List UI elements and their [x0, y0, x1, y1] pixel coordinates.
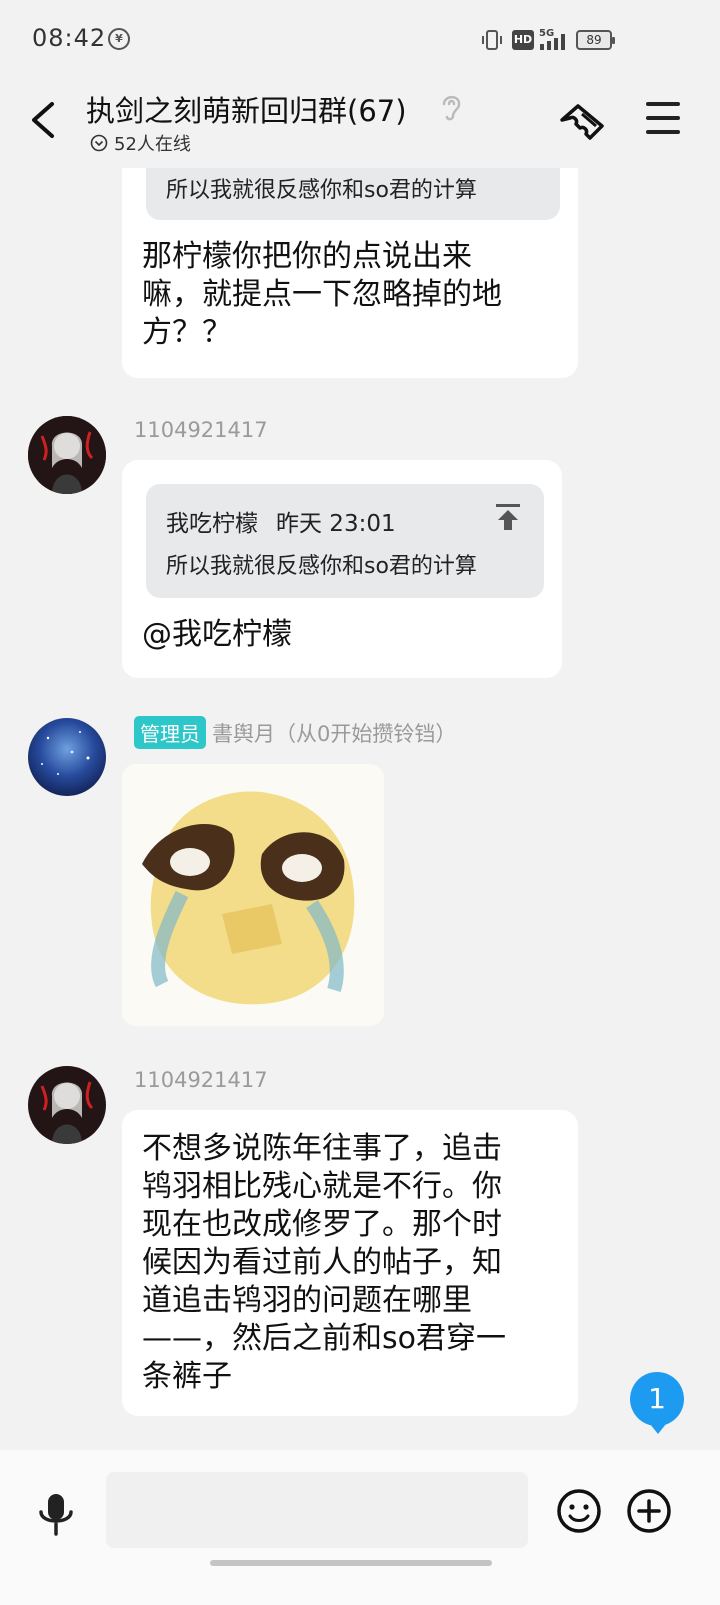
- message-line: 道追击鸨羽的问题在哪里: [142, 1283, 472, 1318]
- ear-icon[interactable]: [438, 90, 464, 122]
- message-line: 方？？: [142, 315, 232, 350]
- avatar-image: [28, 718, 106, 796]
- quoted-message[interactable]: 所以我就很反感你和so君的计算: [146, 168, 560, 220]
- sender-name[interactable]: 1104921417: [134, 1068, 268, 1092]
- hd-badge: HD: [512, 30, 534, 50]
- menu-button[interactable]: [646, 102, 686, 138]
- input-bar: [0, 1450, 720, 1605]
- message-bubble[interactable]: 我吃柠檬 昨天 23:01 所以我就很反感你和so君的计算 @我吃柠檬: [122, 460, 562, 678]
- admin-badge: 管理员: [134, 716, 206, 749]
- sender-name: 書舆月（从0开始攒铃铛）: [212, 722, 457, 746]
- battery-icon: 89: [576, 30, 615, 50]
- add-icon[interactable]: [626, 1488, 672, 1534]
- message-bubble[interactable]: 所以我就很反感你和so君的计算 那柠檬你把你的点说出来 嘛，就提点一下忽略掉的地…: [122, 168, 578, 378]
- message-line: 现在也改成修罗了。那个时: [142, 1207, 502, 1242]
- vibrate-icon: [482, 30, 502, 50]
- sender-line[interactable]: 管理员 書舆月（从0开始攒铃铛）: [134, 716, 456, 749]
- sticker-image[interactable]: [122, 764, 384, 1026]
- network-type: 5G: [539, 28, 554, 39]
- crying-emoji-sticker: [142, 791, 355, 1005]
- chat-area[interactable]: 所以我就很反感你和so君的计算 那柠檬你把你的点说出来 嘛，就提点一下忽略掉的地…: [0, 168, 720, 1450]
- message-line: 条裤子: [142, 1359, 232, 1394]
- message-text: 那柠檬你把你的点说出来 嘛，就提点一下忽略掉的地 方？？: [142, 238, 562, 352]
- notification-icon: ¥: [108, 28, 130, 50]
- emoji-icon[interactable]: [556, 1488, 602, 1534]
- chevron-down-icon: [90, 134, 108, 152]
- ticket-icon[interactable]: [556, 100, 608, 144]
- pin-top-icon[interactable]: [494, 502, 522, 532]
- status-bar: 08:42 ¥ HD 5G 89: [0, 0, 720, 80]
- clock: 08:42: [32, 24, 107, 52]
- home-indicator[interactable]: [210, 1560, 492, 1566]
- avatar-image: [28, 1066, 106, 1144]
- message-text: @我吃柠檬: [142, 617, 292, 652]
- message-line: 鸨羽相比残心就是不行。你: [142, 1169, 502, 1204]
- quote-text: 所以我就很反感你和so君的计算: [166, 178, 477, 203]
- avatar-image: [28, 416, 106, 494]
- message-line: 不想多说陈年往事了，追击: [142, 1131, 502, 1166]
- signal-icon: 5G: [539, 28, 565, 50]
- chat-header: 执剑之刻萌新回归群(67) 52人在线: [0, 80, 720, 168]
- group-title[interactable]: 执剑之刻萌新回归群(67): [86, 88, 407, 130]
- message-line: 候因为看过前人的帖子，知: [142, 1245, 502, 1280]
- quote-text: 所以我就很反感你和so君的计算: [166, 554, 477, 579]
- avatar[interactable]: [28, 416, 106, 494]
- online-count: 52人在线: [114, 134, 191, 155]
- back-button[interactable]: [24, 96, 64, 144]
- quoted-message[interactable]: 我吃柠檬 昨天 23:01 所以我就很反感你和so君的计算: [146, 484, 544, 598]
- message-input[interactable]: [106, 1472, 528, 1548]
- avatar[interactable]: [28, 1066, 106, 1144]
- unread-count-badge[interactable]: 1: [630, 1372, 684, 1434]
- quote-time: 昨天 23:01: [276, 511, 396, 537]
- sender-name[interactable]: 1104921417: [134, 418, 268, 442]
- message-line: ——，然后之前和so君穿一: [142, 1321, 506, 1356]
- quote-author: 我吃柠檬: [166, 511, 258, 537]
- online-status[interactable]: 52人在线: [90, 130, 191, 156]
- microphone-icon[interactable]: [36, 1490, 76, 1538]
- message-bubble[interactable]: 不想多说陈年往事了，追击 鸨羽相比残心就是不行。你 现在也改成修罗了。那个时 候…: [122, 1110, 578, 1416]
- message-text: 不想多说陈年往事了，追击 鸨羽相比残心就是不行。你 现在也改成修罗了。那个时 候…: [142, 1130, 562, 1396]
- message-line: 那柠檬你把你的点说出来: [142, 239, 472, 274]
- avatar[interactable]: [28, 718, 106, 796]
- message-line: 嘛，就提点一下忽略掉的地: [142, 277, 502, 312]
